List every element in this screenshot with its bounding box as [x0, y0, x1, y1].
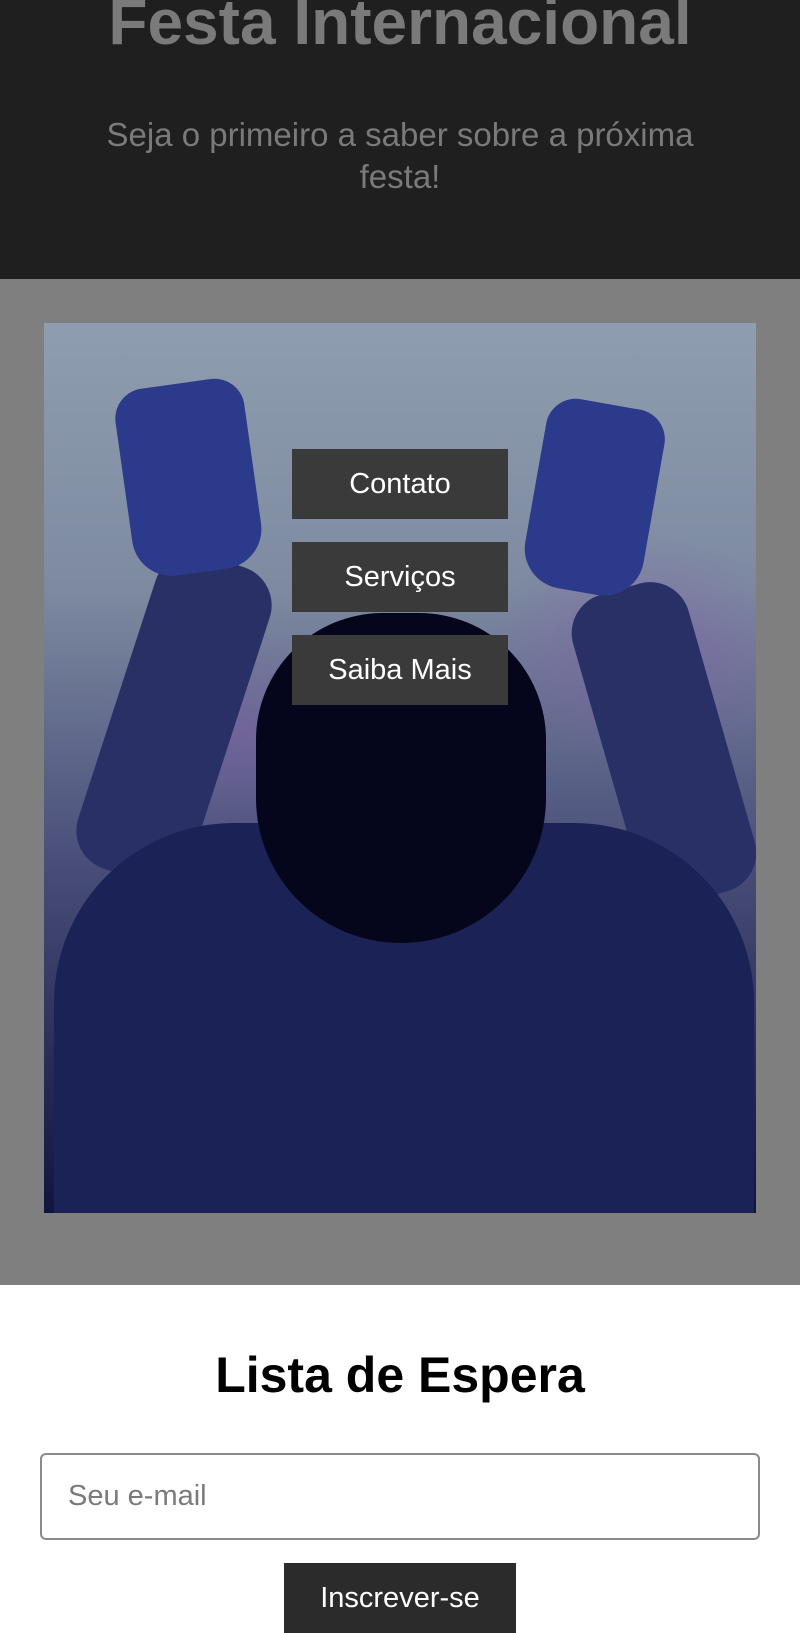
- right-hand-shape: [518, 394, 670, 602]
- page-title: Festa Internacional: [108, 0, 692, 58]
- hero-section: Contato Serviços Saiba Mais: [0, 279, 800, 1285]
- waitlist-section: Lista de Espera Inscrever-se: [0, 1285, 800, 1633]
- hero-photo: Contato Serviços Saiba Mais: [44, 323, 756, 1213]
- page-header: Festa Internacional Seja o primeiro a sa…: [0, 0, 800, 279]
- waitlist-title: Lista de Espera: [215, 1347, 585, 1403]
- services-button[interactable]: Serviços: [292, 542, 508, 612]
- email-field[interactable]: [40, 1453, 760, 1540]
- subscribe-button[interactable]: Inscrever-se: [284, 1563, 516, 1633]
- page-subtitle: Seja o primeiro a saber sobre a próxima …: [106, 116, 694, 195]
- learn-more-button[interactable]: Saiba Mais: [292, 635, 508, 705]
- left-hand-shape: [111, 374, 267, 582]
- contact-button[interactable]: Contato: [292, 449, 508, 519]
